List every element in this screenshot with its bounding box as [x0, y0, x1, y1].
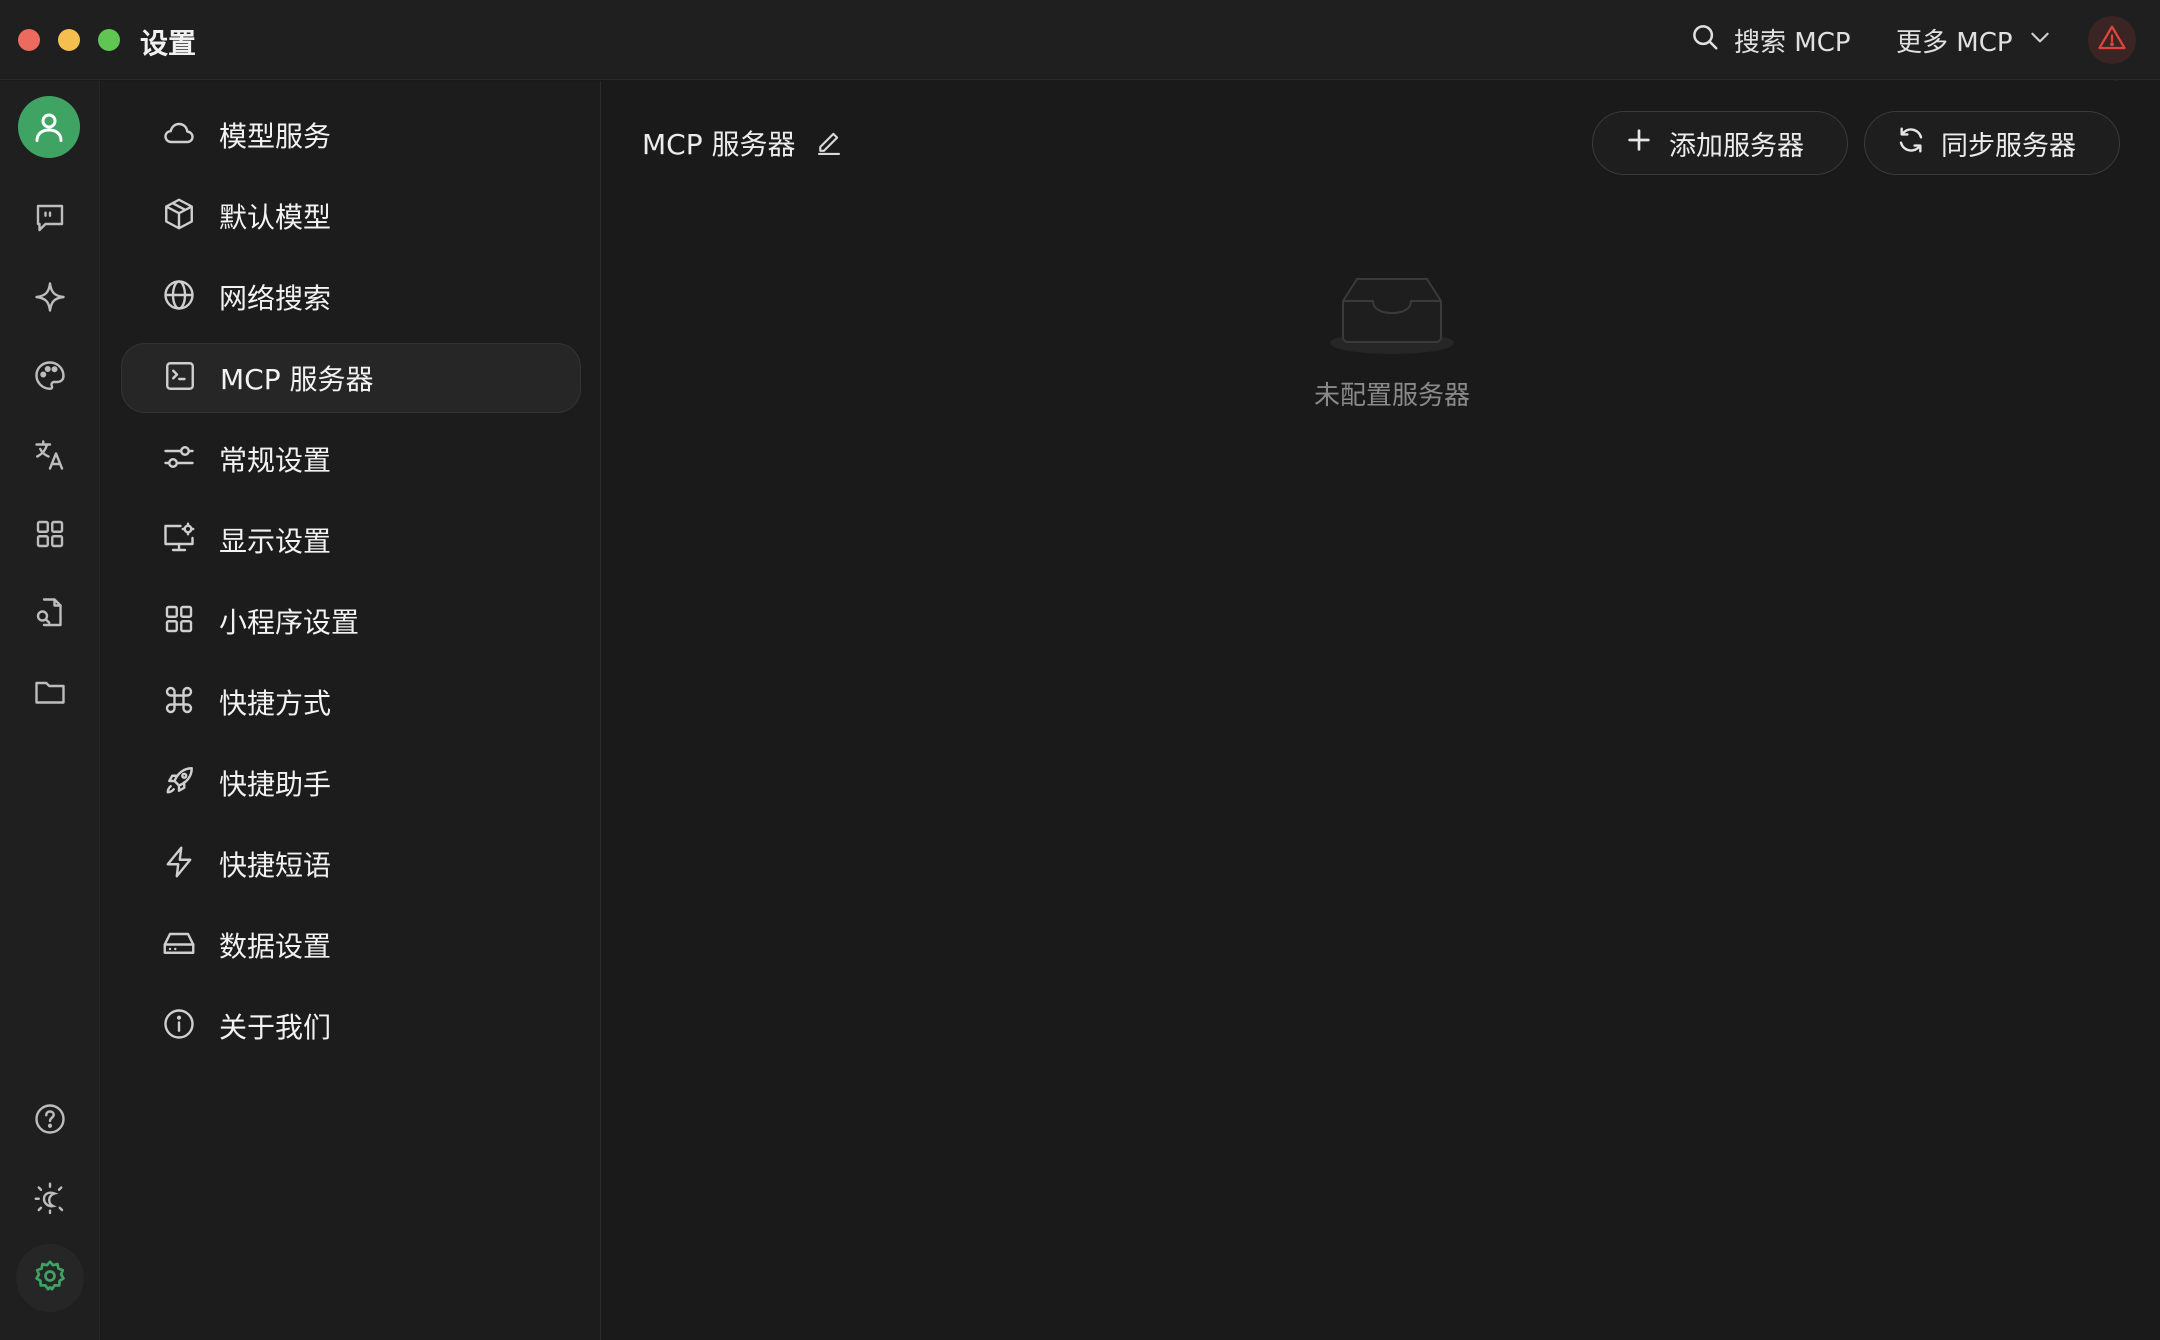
minimize-window-button[interactable]: [58, 29, 80, 51]
window-title: 设置: [140, 27, 197, 60]
drive-icon: [161, 925, 197, 965]
sidebar-item-label: 网络搜索: [219, 282, 332, 315]
chat-icon: [32, 200, 68, 240]
sidebar-item-label: 快捷方式: [219, 687, 332, 720]
title-bar: 设置 搜索 MCP 更多 MCP: [0, 0, 2160, 80]
sidebar-item-web-search[interactable]: 网络搜索: [121, 262, 581, 332]
sidebar-item-label: MCP 服务器: [220, 363, 374, 396]
refresh-icon: [1895, 124, 1927, 163]
add-server-button[interactable]: 添加服务器: [1592, 111, 1848, 175]
sidebar-item-about[interactable]: 关于我们: [121, 991, 581, 1061]
add-server-label: 添加服务器: [1669, 130, 1804, 162]
sync-server-button[interactable]: 同步服务器: [1864, 111, 2120, 175]
sidebar-item-shortcuts[interactable]: 快捷方式: [121, 667, 581, 737]
sidebar-item-label: 关于我们: [219, 1011, 332, 1044]
command-icon: [161, 682, 197, 722]
sidebar-item-label: 默认模型: [219, 201, 332, 234]
cloud-icon: [161, 115, 197, 155]
sidebar-item-quick-assistant[interactable]: 快捷助手: [121, 748, 581, 818]
edit-icon[interactable]: [814, 127, 846, 159]
sidebar-item-label: 快捷助手: [219, 768, 332, 801]
sidebar-item-label: 快捷短语: [219, 849, 332, 882]
chevron-down-icon: [2027, 24, 2053, 57]
lightning-icon: [161, 844, 197, 884]
settings-icon: [32, 1258, 68, 1298]
empty-state: 未配置服务器: [1262, 271, 1522, 412]
sidebar-item-label: 数据设置: [219, 930, 332, 963]
rocket-icon: [161, 763, 197, 803]
rail-translate-button[interactable]: [22, 429, 78, 485]
sidebar-item-label: 常规设置: [219, 444, 332, 477]
settings-sidebar: 模型服务 默认模型 网络搜索 MCP 服务器 常规设置 显示设置 小程序设置 快…: [101, 81, 601, 1340]
monitor-settings-icon: [161, 520, 197, 560]
sidebar-item-miniapp-settings[interactable]: 小程序设置: [121, 586, 581, 656]
terminal-icon: [162, 358, 198, 398]
translate-icon: [32, 437, 68, 477]
warning-icon: [2097, 23, 2127, 57]
app-rail: [0, 81, 100, 1340]
theme-toggle-icon: [32, 1180, 68, 1220]
grid-icon: [161, 601, 197, 641]
sidebar-item-label: 小程序设置: [219, 606, 360, 639]
rail-help-button[interactable]: [22, 1093, 78, 1149]
apps-grid-icon: [32, 516, 68, 556]
palette-icon: [32, 358, 68, 398]
empty-inbox-icon: [1327, 271, 1457, 361]
more-mcp-dropdown[interactable]: 更多 MCP: [1896, 18, 2053, 62]
sidebar-item-mcp-servers[interactable]: MCP 服务器: [121, 343, 581, 413]
rail-chat-button[interactable]: [22, 192, 78, 248]
rail-paint-button[interactable]: [22, 350, 78, 406]
help-icon: [32, 1101, 68, 1141]
rail-agents-button[interactable]: [22, 271, 78, 327]
plus-icon: [1623, 124, 1655, 163]
sidebar-item-quick-phrases[interactable]: 快捷短语: [121, 829, 581, 899]
more-mcp-label: 更多 MCP: [1896, 27, 2013, 58]
sidebar-item-default-model[interactable]: 默认模型: [121, 181, 581, 251]
sidebar-item-model-services[interactable]: 模型服务: [121, 100, 581, 170]
main-panel: MCP 服务器 添加服务器 同步服务器 未配置服务器: [602, 81, 2160, 1340]
sidebar-item-general-settings[interactable]: 常规设置: [121, 424, 581, 494]
warning-button[interactable]: [2088, 16, 2136, 64]
zoom-window-button[interactable]: [98, 29, 120, 51]
file-search-icon: [32, 595, 68, 635]
sparkle-icon: [32, 279, 68, 319]
sidebar-item-label: 模型服务: [219, 120, 332, 153]
rail-theme-button[interactable]: [22, 1172, 78, 1228]
rail-settings-button[interactable]: [16, 1244, 84, 1312]
rail-apps-button[interactable]: [22, 508, 78, 564]
page-header: MCP 服务器: [642, 123, 846, 163]
user-avatar[interactable]: [18, 96, 80, 158]
sliders-icon: [161, 439, 197, 479]
sidebar-item-data-settings[interactable]: 数据设置: [121, 910, 581, 980]
rail-knowledge-button[interactable]: [22, 587, 78, 643]
cube-icon: [161, 196, 197, 236]
search-mcp-button[interactable]: 搜索 MCP: [1690, 18, 1851, 62]
folder-icon: [32, 674, 68, 714]
search-mcp-label: 搜索 MCP: [1734, 27, 1851, 58]
empty-state-text: 未配置服务器: [1313, 381, 1470, 411]
search-icon: [1690, 22, 1720, 59]
info-icon: [161, 1006, 197, 1046]
sync-server-label: 同步服务器: [1941, 130, 2076, 162]
globe-icon: [161, 277, 197, 317]
sidebar-item-display-settings[interactable]: 显示设置: [121, 505, 581, 575]
sidebar-item-label: 显示设置: [219, 525, 332, 558]
page-title: MCP 服务器: [642, 128, 796, 161]
rail-files-button[interactable]: [22, 666, 78, 722]
close-window-button[interactable]: [18, 29, 40, 51]
